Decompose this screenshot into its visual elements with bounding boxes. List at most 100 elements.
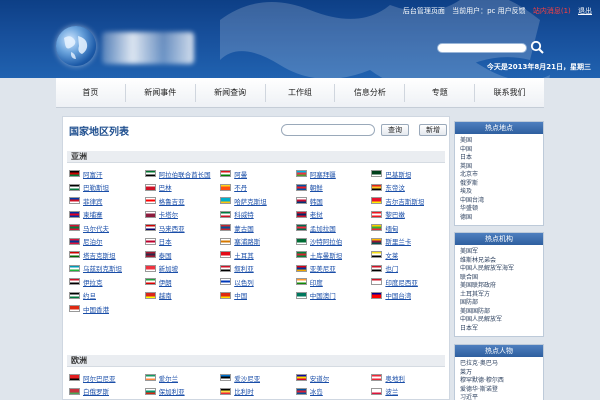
- sidebar-item[interactable]: 俄罗斯: [460, 180, 543, 189]
- country-item[interactable]: 哈萨克斯坦: [218, 194, 294, 208]
- country-search-input[interactable]: [281, 124, 375, 136]
- country-item[interactable]: 约旦: [67, 289, 143, 303]
- sidebar-item[interactable]: 埃及: [460, 188, 543, 197]
- country-link[interactable]: 阿拉伯联合酋长国: [159, 169, 211, 179]
- country-item[interactable]: 塔吉克斯坦: [67, 248, 143, 262]
- country-item[interactable]: 伊拉克: [67, 275, 143, 289]
- country-link[interactable]: 也门: [385, 263, 398, 273]
- country-item[interactable]: 乌兹别克斯坦: [67, 262, 143, 276]
- country-item[interactable]: 阿拉伯联合酋长国: [143, 167, 219, 181]
- country-link[interactable]: 哈萨克斯坦: [234, 196, 267, 206]
- country-item[interactable]: 老挝: [294, 208, 370, 222]
- country-item[interactable]: 安道尔: [294, 371, 370, 385]
- country-item[interactable]: 尼泊尔: [67, 235, 143, 249]
- sidebar-item[interactable]: 德国: [460, 214, 543, 223]
- country-link[interactable]: 冰岛: [310, 386, 323, 396]
- country-link[interactable]: 安道尔: [310, 373, 330, 383]
- country-link[interactable]: 爱沙尼亚: [234, 373, 260, 383]
- country-item[interactable]: 中国香港: [67, 302, 143, 316]
- country-link[interactable]: 比利时: [234, 386, 254, 396]
- country-link[interactable]: 波兰: [385, 386, 398, 396]
- nav-item[interactable]: 新闻事件: [124, 83, 195, 102]
- nav-item[interactable]: 联系我们: [474, 83, 544, 102]
- country-link[interactable]: 新加坡: [159, 263, 179, 273]
- message-link[interactable]: 站内消息(1): [533, 7, 571, 15]
- country-link[interactable]: 中国澳门: [310, 290, 336, 300]
- country-link[interactable]: 缅甸: [385, 223, 398, 233]
- country-item[interactable]: 科威特: [218, 208, 294, 222]
- country-item[interactable]: 奥地利: [369, 371, 445, 385]
- country-item[interactable]: 黎巴嫩: [369, 208, 445, 222]
- country-link[interactable]: 吉尔吉斯斯坦: [385, 196, 424, 206]
- country-link[interactable]: 黎巴嫩: [385, 209, 405, 219]
- country-item[interactable]: 保加利亚: [143, 385, 219, 399]
- add-button[interactable]: 新增: [419, 124, 447, 136]
- nav-item[interactable]: 新闻查询: [194, 83, 265, 102]
- country-item[interactable]: 土耳其: [218, 248, 294, 262]
- country-link[interactable]: 塔吉克斯坦: [83, 250, 116, 260]
- country-item[interactable]: 以色列: [218, 275, 294, 289]
- country-link[interactable]: 马尔代夫: [83, 223, 109, 233]
- country-link[interactable]: 东帝汶: [385, 182, 405, 192]
- country-item[interactable]: 越南: [143, 289, 219, 303]
- country-item[interactable]: 阿尔巴尼亚: [67, 371, 143, 385]
- country-link[interactable]: 阿曼: [234, 169, 247, 179]
- country-item[interactable]: 马尔代夫: [67, 221, 143, 235]
- sidebar-item[interactable]: 巴拉克·奥巴马: [460, 360, 543, 369]
- country-link[interactable]: 乌兹别克斯坦: [83, 263, 122, 273]
- country-item[interactable]: 马来西亚: [143, 221, 219, 235]
- country-item[interactable]: 伊朗: [143, 275, 219, 289]
- search-icon[interactable]: [530, 40, 544, 54]
- country-link[interactable]: 巴林: [159, 182, 172, 192]
- country-item[interactable]: 日本: [143, 235, 219, 249]
- country-link[interactable]: 伊拉克: [83, 277, 103, 287]
- country-link[interactable]: 中国香港: [83, 304, 109, 314]
- country-item[interactable]: 巴基斯坦: [369, 167, 445, 181]
- sidebar-item[interactable]: 日本军: [460, 325, 543, 334]
- country-link[interactable]: 阿塞拜疆: [310, 169, 336, 179]
- country-link[interactable]: 保加利亚: [159, 386, 185, 396]
- country-link[interactable]: 中国台湾: [385, 290, 411, 300]
- sidebar-item[interactable]: 美国联邦政府: [460, 282, 543, 291]
- country-item[interactable]: 阿塞拜疆: [294, 167, 370, 181]
- sidebar-item[interactable]: 联合国: [460, 274, 543, 283]
- sidebar-item[interactable]: 中国人民解放军海军: [460, 265, 543, 274]
- sidebar-item[interactable]: 中国: [460, 146, 543, 155]
- country-link[interactable]: 格鲁吉亚: [159, 196, 185, 206]
- country-link[interactable]: 爱尔兰: [159, 373, 179, 383]
- country-item[interactable]: 斯里兰卡: [369, 235, 445, 249]
- country-item[interactable]: 中国: [218, 289, 294, 303]
- country-item[interactable]: 沙特阿拉伯: [294, 235, 370, 249]
- country-item[interactable]: 泰国: [143, 248, 219, 262]
- sidebar-item[interactable]: 英国: [460, 163, 543, 172]
- country-link[interactable]: 越南: [159, 290, 172, 300]
- country-link[interactable]: 沙特阿拉伯: [310, 236, 343, 246]
- country-link[interactable]: 塞浦路斯: [234, 236, 260, 246]
- country-link[interactable]: 马来西亚: [159, 223, 185, 233]
- country-link[interactable]: 卡塔尔: [159, 209, 179, 219]
- header-search-input[interactable]: [437, 43, 527, 53]
- country-item[interactable]: 亚美尼亚: [294, 262, 370, 276]
- country-link[interactable]: 土库曼斯坦: [310, 250, 343, 260]
- country-item[interactable]: 巴林: [143, 181, 219, 195]
- sidebar-item[interactable]: 土耳其军方: [460, 291, 543, 300]
- country-link[interactable]: 以色列: [234, 277, 254, 287]
- country-item[interactable]: 土库曼斯坦: [294, 248, 370, 262]
- country-item[interactable]: 塞浦路斯: [218, 235, 294, 249]
- sidebar-item[interactable]: 华盛顿: [460, 205, 543, 214]
- country-link[interactable]: 老挝: [310, 209, 323, 219]
- country-item[interactable]: 朝鲜: [294, 181, 370, 195]
- country-link[interactable]: 印度尼西亚: [385, 277, 418, 287]
- country-item[interactable]: 中国台湾: [369, 289, 445, 303]
- country-link[interactable]: 土耳其: [234, 250, 254, 260]
- country-link[interactable]: 蒙古国: [234, 223, 254, 233]
- country-link[interactable]: 亚美尼亚: [310, 263, 336, 273]
- country-link[interactable]: 韩国: [310, 196, 323, 206]
- sidebar-item[interactable]: 美国国防部: [460, 308, 543, 317]
- country-item[interactable]: 比利时: [218, 385, 294, 399]
- country-item[interactable]: 爱尔兰: [143, 371, 219, 385]
- nav-item[interactable]: 首页: [56, 84, 125, 102]
- country-link[interactable]: 朝鲜: [310, 182, 323, 192]
- sidebar-item[interactable]: 国防部: [460, 299, 543, 308]
- country-link[interactable]: 印度: [310, 277, 323, 287]
